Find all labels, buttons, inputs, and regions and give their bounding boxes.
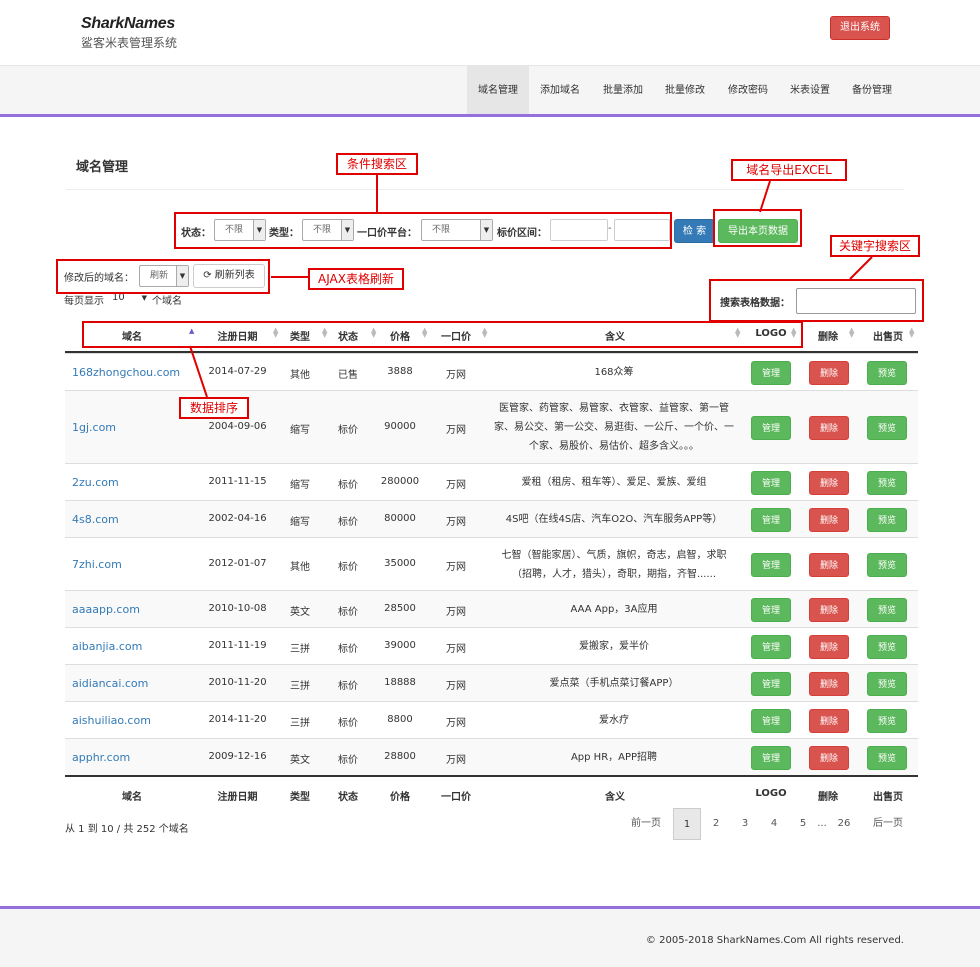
annotation-sorting-label: 数据排序: [179, 397, 249, 419]
annotation-keyword-search-box: [709, 279, 924, 322]
annotation-sorting-box: [82, 321, 803, 348]
annotation-keyword-search-label: 关键字搜索区: [830, 235, 920, 257]
annotation-export-label: 域名导出EXCEL: [731, 159, 847, 181]
annotation-connectors: [189, 175, 873, 398]
annotation-ajax-refresh-label: AJAX表格刷新: [308, 268, 404, 290]
annotation-ajax-refresh-box: [56, 259, 270, 294]
annotation-export-box: [713, 209, 802, 247]
